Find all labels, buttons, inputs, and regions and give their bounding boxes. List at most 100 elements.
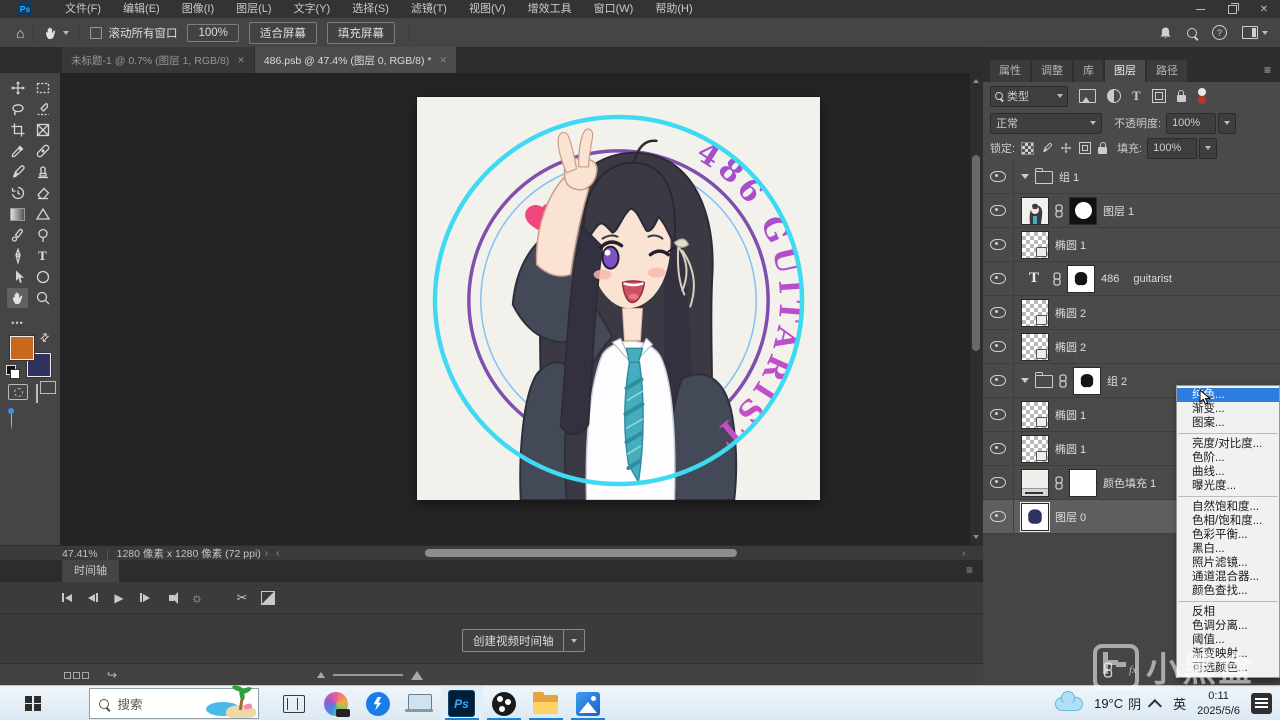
taskbar-search-input[interactable]: 搜索 bbox=[88, 684, 259, 719]
close-icon[interactable]: ✕ bbox=[439, 55, 447, 66]
lasso-tool[interactable] bbox=[7, 99, 28, 119]
menu-layer[interactable]: 图层(L) bbox=[225, 0, 282, 18]
visibility-toggle[interactable] bbox=[983, 160, 1014, 193]
close-button[interactable]: ✕ bbox=[1248, 0, 1280, 18]
menu-view[interactable]: 视图(V) bbox=[458, 0, 517, 18]
scrollbar-thumb[interactable] bbox=[972, 155, 980, 351]
menu-item-channel-mixer[interactable]: 通道混合器... bbox=[1177, 570, 1279, 584]
menu-filter[interactable]: 滤镜(T) bbox=[400, 0, 458, 18]
filter-type-dropdown[interactable]: 类型 bbox=[990, 85, 1068, 107]
layer-row-ellipse1[interactable]: 椭圆 1 bbox=[983, 228, 1280, 262]
marquee-tool[interactable] bbox=[32, 78, 53, 98]
file-explorer-button[interactable] bbox=[525, 686, 567, 720]
filter-adjustment-layers-icon[interactable] bbox=[1107, 89, 1121, 103]
menu-item-solid-color[interactable]: 纯色... bbox=[1177, 388, 1279, 402]
shape-layer-thumbnail[interactable] bbox=[1021, 332, 1049, 361]
text-layer-icon[interactable]: T bbox=[1021, 270, 1047, 287]
menu-item-brightness-contrast[interactable]: 亮度/对比度... bbox=[1177, 437, 1279, 451]
path-selection-tool[interactable] bbox=[7, 267, 28, 287]
shape-layer-thumbnail[interactable] bbox=[1021, 434, 1049, 463]
artboard-486psb[interactable]: 486 GUITARIST bbox=[417, 97, 820, 501]
swap-colors-icon[interactable]: ⇄ bbox=[37, 330, 52, 345]
frame-view-icon[interactable] bbox=[64, 671, 89, 679]
visibility-toggle[interactable] bbox=[983, 500, 1014, 533]
fill-screen-button[interactable]: 填充屏幕 bbox=[326, 21, 395, 44]
help-icon[interactable]: ? bbox=[1212, 25, 1227, 40]
home-icon[interactable]: ⌂ bbox=[16, 25, 24, 41]
shape-layer-thumbnail[interactable] bbox=[1021, 400, 1049, 429]
lock-artboard-icon[interactable] bbox=[1079, 142, 1092, 154]
sync-share-icon[interactable] bbox=[10, 410, 12, 429]
chevron-down-icon[interactable] bbox=[63, 30, 70, 35]
pc-app-button[interactable] bbox=[399, 686, 441, 720]
input-language-indicator[interactable]: 英 bbox=[1173, 694, 1186, 713]
doc-tab-486psb[interactable]: 486.psb @ 47.4% (图层 0, RGB/8) * ✕ bbox=[254, 47, 457, 73]
fill-dropdown[interactable] bbox=[1199, 137, 1218, 159]
layer-row-ellipse2[interactable]: 椭圆 2 bbox=[983, 296, 1280, 330]
menu-file[interactable]: 文件(F) bbox=[54, 0, 112, 18]
timeline-settings-icon[interactable]: ☼ bbox=[184, 590, 210, 605]
horizontal-scrollbar-thumb[interactable] bbox=[425, 549, 737, 557]
tab-layers[interactable]: 图层 bbox=[1105, 60, 1145, 82]
gradient-tool[interactable] bbox=[7, 204, 28, 224]
layer-thumbnail[interactable] bbox=[1020, 501, 1050, 532]
opacity-dropdown[interactable] bbox=[1218, 112, 1237, 134]
fit-screen-button[interactable]: 适合屏幕 bbox=[248, 21, 317, 44]
timeline-zoom-slider[interactable] bbox=[333, 674, 404, 676]
menu-item-invert[interactable]: 反相 bbox=[1177, 605, 1279, 619]
menu-image[interactable]: 图像(I) bbox=[171, 0, 225, 18]
visibility-toggle[interactable] bbox=[983, 330, 1014, 363]
eraser-tool[interactable] bbox=[32, 183, 53, 203]
menu-select[interactable]: 选择(S) bbox=[341, 0, 400, 18]
clone-stamp-tool[interactable] bbox=[32, 162, 53, 182]
status-expand-icon[interactable]: › bbox=[962, 548, 965, 559]
pen-tool[interactable] bbox=[7, 246, 28, 266]
status-chevron-right-icon[interactable]: › bbox=[265, 548, 268, 559]
brush-tool[interactable] bbox=[7, 162, 28, 182]
messenger-app-button[interactable] bbox=[357, 686, 399, 720]
play-button[interactable]: ▶ bbox=[106, 591, 132, 605]
panel-menu-icon[interactable]: ≡ bbox=[1264, 63, 1271, 77]
filter-type-layers-icon[interactable]: T bbox=[1132, 88, 1141, 104]
menu-item-threshold[interactable]: 阈值... bbox=[1177, 633, 1279, 647]
layer-mask-thumbnail[interactable] bbox=[1067, 264, 1095, 293]
zoom-100-button[interactable]: 100% bbox=[187, 23, 239, 42]
menu-type[interactable]: 文字(Y) bbox=[283, 0, 342, 18]
weather-widget[interactable]: 19°C 阴 bbox=[1094, 694, 1141, 713]
copilot-app-button[interactable] bbox=[315, 686, 357, 720]
visibility-toggle[interactable] bbox=[983, 228, 1014, 261]
menu-window[interactable]: 窗口(W) bbox=[583, 0, 645, 18]
timeline-mode-dropdown[interactable] bbox=[563, 629, 585, 652]
fill-field[interactable]: 100% bbox=[1147, 137, 1198, 159]
render-export-icon[interactable]: ↪ bbox=[107, 668, 117, 682]
menu-item-color-lookup[interactable]: 颜色查找... bbox=[1177, 584, 1279, 598]
canvas-vertical-scrollbar[interactable] bbox=[970, 73, 983, 545]
lock-all-icon[interactable] bbox=[1098, 142, 1108, 154]
layer-effects-icon[interactable]: fx bbox=[1129, 664, 1137, 676]
menu-item-photo-filter[interactable]: 照片滤镜... bbox=[1177, 556, 1279, 570]
opacity-field[interactable]: 100% bbox=[1166, 112, 1217, 134]
chevron-down-icon[interactable] bbox=[1021, 378, 1029, 383]
photos-app-button[interactable] bbox=[567, 686, 609, 720]
menu-item-exposure[interactable]: 曝光度... bbox=[1177, 479, 1279, 493]
object-selection-tool[interactable] bbox=[32, 99, 53, 119]
create-video-timeline-button[interactable]: 创建视频时间轴 bbox=[462, 629, 565, 652]
quick-mask-button[interactable] bbox=[8, 384, 28, 400]
shape-layer-thumbnail[interactable] bbox=[1021, 230, 1049, 259]
layer-row-ellipse2b[interactable]: 椭圆 2 bbox=[983, 330, 1280, 364]
layer-row-layer1[interactable]: 图层 1 bbox=[983, 194, 1280, 228]
layer-mask-thumbnail[interactable] bbox=[1069, 468, 1097, 497]
minimize-button[interactable] bbox=[1184, 0, 1216, 18]
lock-pixels-icon[interactable] bbox=[1041, 142, 1053, 154]
hand-tool[interactable] bbox=[7, 288, 28, 308]
healing-brush-tool[interactable] bbox=[32, 141, 53, 161]
screen-mode-button[interactable] bbox=[36, 384, 38, 403]
group-mask-thumbnail[interactable] bbox=[1073, 366, 1101, 395]
weather-cloud-icon[interactable] bbox=[1055, 690, 1084, 711]
menu-item-pattern[interactable]: 图案... bbox=[1177, 416, 1279, 430]
lock-transparency-icon[interactable] bbox=[1021, 141, 1035, 155]
menu-item-levels[interactable]: 色阶... bbox=[1177, 451, 1279, 465]
start-button[interactable] bbox=[25, 695, 41, 712]
blend-mode-dropdown[interactable]: 正常 bbox=[990, 112, 1102, 134]
audio-icon[interactable] bbox=[158, 591, 184, 604]
